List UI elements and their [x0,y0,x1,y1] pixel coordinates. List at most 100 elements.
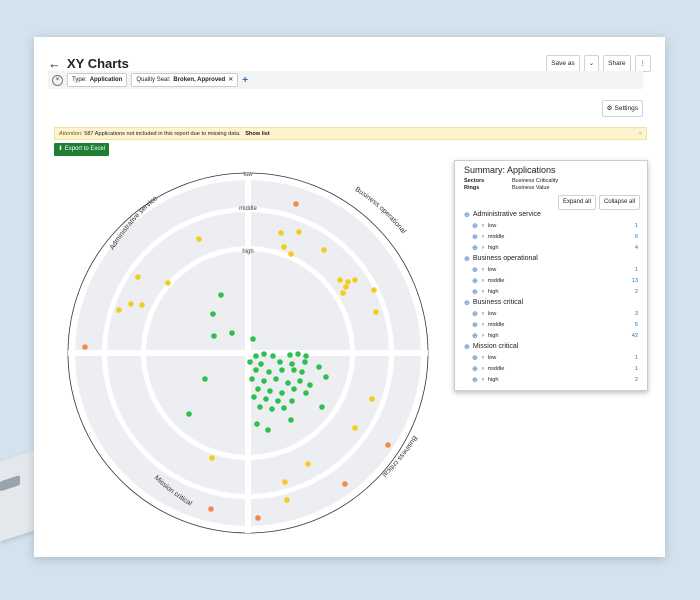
data-point-yellow[interactable] [373,309,379,315]
data-point-green[interactable] [261,378,267,384]
data-point-green[interactable] [251,394,257,400]
data-point-yellow[interactable] [352,277,358,283]
expand-all-button[interactable]: Expand all [557,195,596,210]
data-point-yellow[interactable] [352,425,358,431]
data-point-green[interactable] [229,330,235,336]
chevron-right-icon[interactable]: › [482,223,484,229]
data-point-green[interactable] [253,353,259,359]
data-point-green[interactable] [277,359,283,365]
data-point-yellow[interactable] [209,455,215,461]
data-point-yellow[interactable] [340,290,346,296]
data-point-green[interactable] [289,398,295,404]
data-point-green[interactable] [288,417,294,423]
data-point-green[interactable] [319,404,325,410]
group-business-operational[interactable]: ⊕ Business operational [464,253,638,264]
data-point-green[interactable] [279,367,285,373]
zoom-icon[interactable]: ⊕ [472,222,478,230]
group-mission-critical[interactable]: ⊕ Mission critical [464,341,638,352]
data-point-green[interactable] [302,359,308,365]
data-point-orange[interactable] [82,344,88,350]
data-point-yellow[interactable] [281,244,287,250]
data-point-green[interactable] [316,364,322,370]
data-point-yellow[interactable] [116,307,122,313]
data-point-yellow[interactable] [305,461,311,467]
zoom-icon[interactable]: ⊕ [464,255,470,263]
data-point-yellow[interactable] [128,301,134,307]
chevron-right-icon[interactable]: › [482,377,484,383]
data-point-green[interactable] [303,353,309,359]
zoom-icon[interactable]: ⊕ [472,310,478,318]
zoom-icon[interactable]: ⊕ [472,233,478,241]
chevron-right-icon[interactable]: › [482,333,484,339]
chevron-right-icon[interactable]: › [482,245,484,251]
data-point-orange[interactable] [342,481,348,487]
data-point-yellow[interactable] [345,279,351,285]
data-point-green[interactable] [275,398,281,404]
data-point-yellow[interactable] [337,277,343,283]
data-point-green[interactable] [279,390,285,396]
data-point-yellow[interactable] [278,230,284,236]
list-item[interactable]: ⊕ › low 1 [464,264,638,275]
data-point-green[interactable] [270,353,276,359]
chevron-right-icon[interactable]: › [482,234,484,240]
data-point-green[interactable] [263,396,269,402]
data-point-green[interactable] [250,336,256,342]
zoom-icon[interactable]: ⊕ [472,266,478,274]
list-item[interactable]: ⊕ › low 1 [464,220,638,231]
data-point-green[interactable] [261,351,267,357]
chevron-right-icon[interactable]: › [482,289,484,295]
data-point-green[interactable] [266,369,272,375]
data-point-green[interactable] [281,405,287,411]
zoom-icon[interactable]: ⊕ [472,354,478,362]
zoom-icon[interactable]: ⊕ [472,332,478,340]
data-point-green[interactable] [323,374,329,380]
data-point-green[interactable] [269,406,275,412]
data-point-green[interactable] [211,333,217,339]
chevron-right-icon[interactable]: › [482,355,484,361]
data-point-green[interactable] [299,369,305,375]
list-item[interactable]: ⊕ › high 4 [464,242,638,253]
data-point-yellow[interactable] [165,280,171,286]
data-point-green[interactable] [258,361,264,367]
data-point-orange[interactable] [255,515,261,521]
data-point-green[interactable] [295,351,301,357]
data-point-green[interactable] [287,352,293,358]
data-point-green[interactable] [267,388,273,394]
data-point-yellow[interactable] [343,284,349,290]
data-point-yellow[interactable] [369,396,375,402]
data-point-yellow[interactable] [296,229,302,235]
zoom-icon[interactable]: ⊕ [464,299,470,307]
zoom-icon[interactable]: ⊕ [472,288,478,296]
data-point-green[interactable] [202,376,208,382]
data-point-orange[interactable] [208,506,214,512]
data-point-green[interactable] [265,427,271,433]
data-point-yellow[interactable] [135,274,141,280]
group-business-critical[interactable]: ⊕ Business critical [464,297,638,308]
data-point-green[interactable] [289,361,295,367]
data-point-green[interactable] [186,411,192,417]
chevron-right-icon[interactable]: › [482,278,484,284]
zoom-icon[interactable]: ⊕ [472,376,478,384]
list-item[interactable]: ⊕ › high 2 [464,286,638,297]
data-point-yellow[interactable] [196,236,202,242]
data-point-yellow[interactable] [288,251,294,257]
list-item[interactable]: ⊕ › middle 5 [464,319,638,330]
zoom-icon[interactable]: ⊕ [472,244,478,252]
zoom-icon[interactable]: ⊕ [472,321,478,329]
list-item[interactable]: ⊕ › middle 6 [464,231,638,242]
zoom-icon[interactable]: ⊕ [464,211,470,219]
data-point-green[interactable] [285,380,291,386]
chevron-right-icon[interactable]: › [482,366,484,372]
data-point-orange[interactable] [385,442,391,448]
data-point-green[interactable] [307,382,313,388]
data-point-yellow[interactable] [139,302,145,308]
data-point-green[interactable] [297,378,303,384]
data-point-yellow[interactable] [282,479,288,485]
data-point-green[interactable] [291,367,297,373]
collapse-all-button[interactable]: Collapse all [598,195,640,210]
data-point-green[interactable] [303,390,309,396]
data-point-green[interactable] [247,359,253,365]
data-point-green[interactable] [257,404,263,410]
data-point-yellow[interactable] [284,497,290,503]
chevron-right-icon[interactable]: › [482,311,484,317]
